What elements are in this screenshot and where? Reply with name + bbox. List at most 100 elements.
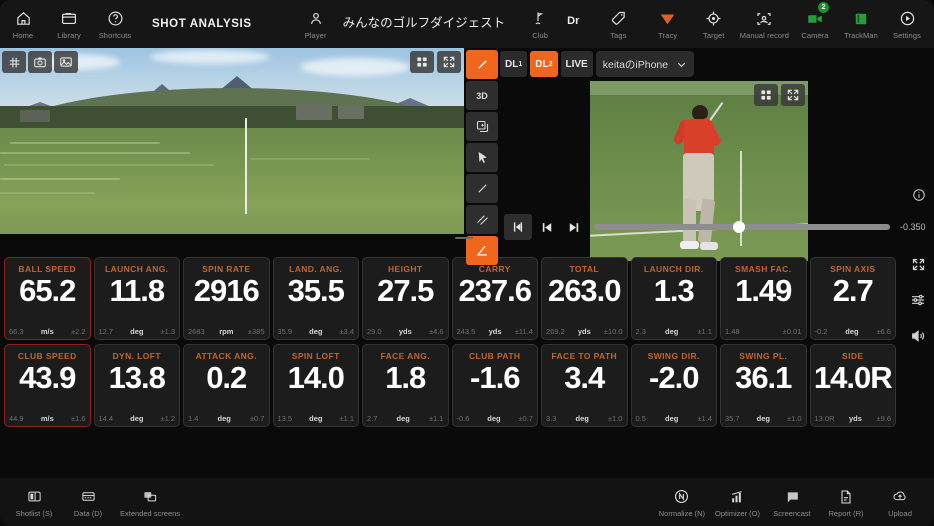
range-video-panel[interactable] (0, 48, 464, 234)
tool-3d[interactable]: 3D (466, 81, 498, 110)
data-button[interactable]: Data (D) (62, 481, 114, 523)
report-button[interactable]: Report (R) (820, 481, 872, 523)
metric-face-to-path[interactable]: FACE TO PATH 3.4 3.3 deg ±1.0 (541, 344, 628, 427)
metric-land-ang[interactable]: LAND. ANG. 35.5 35.9 deg ±3.4 (272, 257, 359, 340)
timeline-handle[interactable] (733, 221, 746, 233)
metric-footer: 14.4 deg ±1.2 (95, 414, 180, 423)
nav-item-target[interactable]: Target (691, 2, 737, 46)
metric-smash-fac[interactable]: SMASH FAC. 1.49 1.48 ±0.01 (720, 257, 807, 340)
metric-deviation: ±385 (247, 327, 265, 336)
nav-item-shortcuts[interactable]: Shortcuts (92, 2, 138, 46)
metric-dyn-loft[interactable]: DYN. LOFT 13.8 14.4 deg ±1.2 (93, 344, 180, 427)
metric-value: 237.6 (458, 273, 532, 308)
metric-club-path[interactable]: CLUB PATH -1.6 -0.6 deg ±0.7 (451, 344, 538, 427)
metric-unit: deg (309, 327, 323, 336)
step-back-icon[interactable] (536, 214, 558, 240)
screencast-button[interactable]: Screencast (766, 481, 818, 523)
metric-spin-loft[interactable]: SPIN LOFT 14.0 13.5 deg ±1.1 (272, 344, 359, 427)
nav-item-tracy[interactable]: Tracy (645, 2, 691, 46)
metric-launch-ang[interactable]: LAUNCH ANG. 11.8 12.7 deg ±1.3 (93, 257, 180, 340)
source-live-button[interactable]: LIVE (560, 51, 593, 77)
nav-label: Library (57, 31, 81, 40)
source-dl2-button[interactable]: DL 2 (530, 51, 558, 77)
shotlist-button[interactable]: Shotlist (S) (8, 481, 60, 523)
metric-unit: m/s (40, 414, 54, 423)
grid-hash-icon[interactable] (2, 51, 26, 73)
bottom-label: Optimizer (O) (715, 508, 760, 518)
metric-face-ang[interactable]: FACE ANG. 1.8 2.7 deg ±1.1 (362, 344, 449, 427)
bottom-label: Normalize (N) (658, 508, 705, 518)
metric-unit: deg (665, 414, 679, 423)
metric-value: 14.0R (813, 360, 893, 395)
metric-side[interactable]: SIDE 14.0R 13.0R yds ±9.6 (809, 344, 896, 427)
metric-club-speed[interactable]: CLUB SPEED 43.9 44.9 m/s ±1.6 (4, 344, 91, 427)
player-name[interactable]: みんなのゴルフダイジェスト (343, 12, 506, 31)
info-icon[interactable] (912, 188, 926, 202)
line-icon[interactable] (466, 174, 498, 203)
metric-unit: yds (577, 327, 591, 336)
metric-footer: 35.7 deg ±1.0 (721, 414, 806, 423)
metric-value: 0.2 (206, 360, 247, 395)
layout-grid-icon[interactable] (754, 84, 778, 106)
metric-swing-dir[interactable]: SWING DIR. -2.0 0.5 deg ±1.4 (630, 344, 717, 427)
nav-item-camera[interactable]: 2 Camera (792, 2, 838, 46)
expand-icon[interactable] (437, 51, 461, 73)
tags-selector[interactable]: Tags (595, 2, 641, 46)
step-forward-icon[interactable] (562, 214, 584, 240)
metric-average: 44.9 (9, 414, 24, 423)
duplicate-icon[interactable] (466, 112, 498, 141)
player-selector[interactable]: Player (293, 2, 339, 46)
bottom-toolbar: Shotlist (S) Data (D) Extended screens N… (0, 478, 934, 526)
metric-value: 1.3 (653, 273, 695, 308)
image-icon[interactable] (54, 51, 78, 73)
club-selector[interactable]: Club (517, 2, 563, 46)
metric-average: 29.0 (367, 327, 382, 336)
home-icon (15, 8, 32, 29)
club-label: Club (532, 31, 549, 40)
nav-item-manual-record[interactable]: Manual record (737, 2, 792, 46)
metric-value: 263.0 (547, 273, 622, 308)
metric-total[interactable]: TOTAL 263.0 269.2 yds ±10.0 (541, 257, 628, 340)
nav-label: Target (703, 31, 725, 40)
sliders-icon[interactable] (910, 292, 926, 308)
page-title: SHOT ANALYSIS (152, 18, 252, 30)
volume-icon[interactable] (910, 328, 926, 344)
metric-footer: 3.3 deg ±1.0 (542, 414, 627, 423)
metric-swing-pl[interactable]: SWING PL. 36.1 35.7 deg ±1.0 (720, 344, 807, 427)
layout-grid-icon[interactable] (410, 51, 434, 73)
metric-carry[interactable]: CARRY 237.6 243.5 yds ±11.4 (451, 257, 538, 340)
extended-screens-button[interactable]: Extended screens (116, 481, 184, 523)
upload-button[interactable]: Upload (874, 481, 926, 523)
metric-launch-dir[interactable]: LAUNCH DIR. 1.3 2.3 deg ±1.1 (630, 257, 717, 340)
nav-item-library[interactable]: Library (46, 2, 92, 46)
metric-unit: deg (130, 414, 144, 423)
metric-footer: 1.4 deg ±0.7 (184, 414, 269, 423)
timeline-scrubber[interactable] (594, 221, 890, 233)
source-dl1-button[interactable]: DL 1 (500, 51, 528, 77)
metric-value: 2916 (193, 273, 260, 308)
normalize-button[interactable]: Normalize (N) (655, 481, 709, 523)
nav-item-home[interactable]: Home (0, 2, 46, 46)
pen-tool[interactable] (466, 50, 498, 79)
metric-average: 1.48 (725, 327, 740, 336)
timeline-timestamp: -0.350 (900, 222, 926, 232)
nav-item-settings[interactable]: Settings (884, 2, 930, 46)
frame-marker-icon[interactable] (504, 214, 532, 240)
metric-spin-rate[interactable]: SPIN RATE 2916 2683 rpm ±385 (183, 257, 270, 340)
cursor-icon[interactable] (466, 143, 498, 172)
metric-deviation: ±1.1 (428, 414, 444, 423)
expand-icon[interactable] (911, 257, 926, 272)
device-select[interactable]: keitaのiPhone (595, 51, 695, 77)
expand-icon[interactable] (781, 84, 805, 106)
metric-attack-ang[interactable]: ATTACK ANG. 0.2 1.4 deg ±0.7 (183, 344, 270, 427)
metric-spin-axis[interactable]: SPIN AXIS 2.7 -0.2 deg ±6.6 (809, 257, 896, 340)
panel-resize-handle[interactable] (452, 234, 476, 241)
optimizer-button[interactable]: Optimizer (O) (711, 481, 764, 523)
metric-ball-speed[interactable]: BALL SPEED 65.2 66.3 m/s ±2.2 (4, 257, 91, 340)
metric-height[interactable]: HEIGHT 27.5 29.0 yds ±4.6 (362, 257, 449, 340)
club-value[interactable]: Dr (567, 15, 579, 27)
source-label: LIVE (565, 58, 588, 70)
camera-snapshot-icon[interactable] (28, 51, 52, 73)
metric-footer: 2683 rpm ±385 (184, 327, 269, 336)
nav-item-trackman[interactable]: TrackMan (838, 2, 884, 46)
